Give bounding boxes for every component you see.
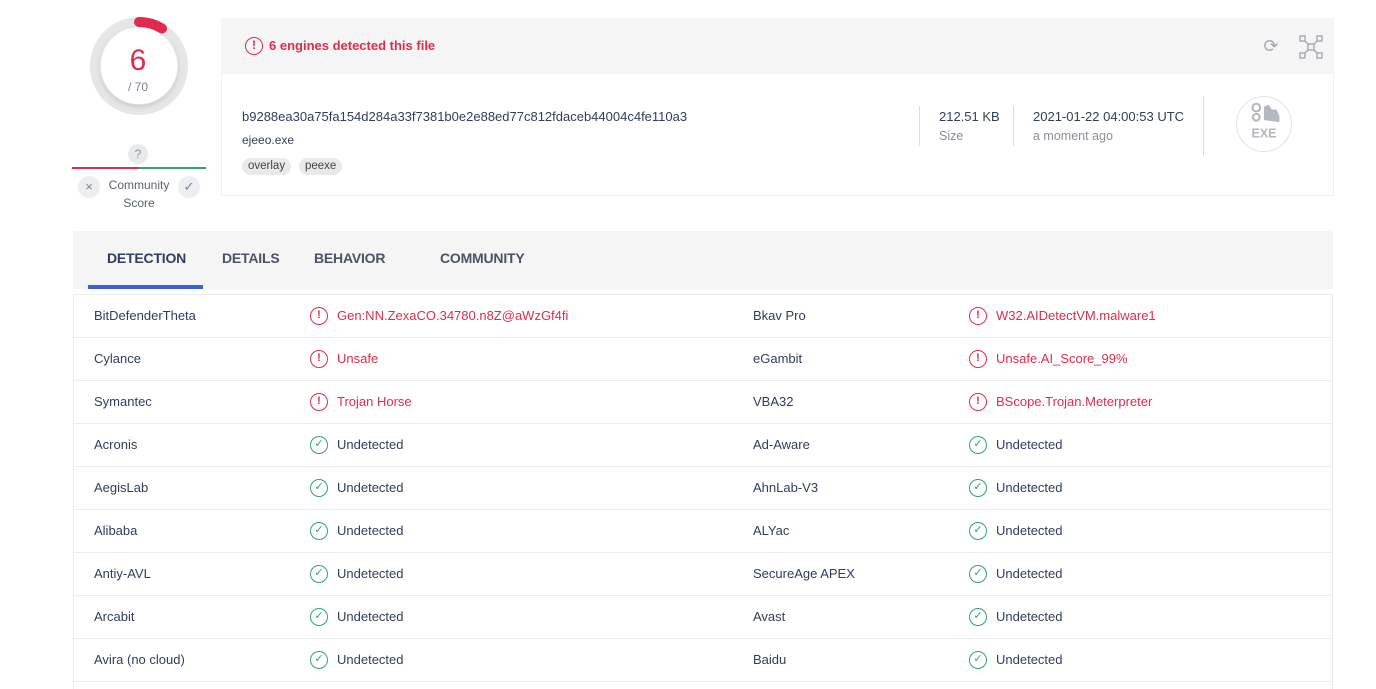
community-score-label: Community Score xyxy=(108,178,170,210)
check-icon: ✓ xyxy=(310,522,328,540)
detection-result[interactable]: Trojan Horse xyxy=(337,394,412,409)
divider xyxy=(919,106,920,146)
engine-name: Bkav Pro xyxy=(753,308,806,323)
detection-result: Undetected xyxy=(337,523,404,538)
engine-name: Antiy-AVL xyxy=(94,566,151,581)
vote-harmless-icon[interactable]: ✓ xyxy=(178,176,200,198)
reanalyze-icon[interactable]: ⟳ xyxy=(1261,36,1281,56)
alert-icon: ! xyxy=(310,393,328,411)
vote-harmful-icon[interactable]: × xyxy=(78,176,100,198)
divider xyxy=(1203,96,1204,156)
alert-icon: ! xyxy=(245,37,263,55)
detection-result: Undetected xyxy=(996,523,1063,538)
alert-icon: ! xyxy=(969,307,987,325)
detection-table: BitDefenderTheta! Gen:NN.ZexaCO.34780.n8Z… xyxy=(73,294,1333,689)
check-icon: ✓ xyxy=(969,608,987,626)
check-icon: ✓ xyxy=(310,479,328,497)
tag-overlay[interactable]: overlay xyxy=(242,158,292,175)
community-help-icon[interactable]: ? xyxy=(128,144,148,164)
engine-name: VBA32 xyxy=(753,394,794,409)
check-icon: ✓ xyxy=(310,565,328,583)
detection-result: Undetected xyxy=(337,566,404,581)
check-icon: ✓ xyxy=(969,522,987,540)
alert-icon: ! xyxy=(969,393,987,411)
alert-icon: ! xyxy=(310,350,328,368)
graph-icon[interactable] xyxy=(1299,35,1323,59)
active-tab-indicator xyxy=(88,285,203,289)
check-icon: ✓ xyxy=(969,436,987,454)
detection-result: Undetected xyxy=(337,609,404,624)
table-row: AegisLab ✓ Undetected AhnLab-V3 ✓ Undetected xyxy=(74,467,1332,510)
engine-name: AhnLab-V3 xyxy=(753,480,819,495)
engine-total: / 70 xyxy=(127,80,148,94)
detection-result[interactable]: BScope.Trojan.Meterpreter xyxy=(996,394,1152,409)
detection-result: Undetected xyxy=(996,652,1063,667)
detection-result: Undetected xyxy=(337,437,404,452)
engine-name: BitDefenderTheta xyxy=(94,308,196,323)
engine-name: eGambit xyxy=(753,351,803,366)
check-icon: ✓ xyxy=(310,651,328,669)
tab-details[interactable]: DETAILS xyxy=(222,250,280,266)
file-name: ejeeo.exe xyxy=(242,133,295,147)
file-hash[interactable]: b9288ea30a75fa154d284a33f7381b0e2e88ed77… xyxy=(242,109,687,124)
detection-result: Undetected xyxy=(996,437,1063,452)
detection-score-gauge: 6 / 70 xyxy=(88,14,190,122)
detection-result[interactable]: Gen:NN.ZexaCO.34780.n8Z@aWzGf4fi xyxy=(337,308,568,323)
table-row: Antiy-AVL ✓ Undetected SecureAge APEX ✓ Undet… xyxy=(74,553,1332,596)
table-row: Acronis ✓ Undetected Ad-Aware ✓ Undetected xyxy=(74,424,1332,467)
table-row: BitDefenderTheta! Gen:NN.ZexaCO.34780.n8Z… xyxy=(74,295,1332,338)
engine-name: Cylance xyxy=(94,351,141,366)
detection-result: Undetected xyxy=(337,480,404,495)
engine-name: Arcabit xyxy=(94,609,135,624)
exe-file-type-icon: EXE xyxy=(1236,96,1292,152)
alert-icon: ! xyxy=(310,307,328,325)
file-type-text: EXE xyxy=(1251,127,1276,141)
detection-alert-bar: ! 6 engines detected this file ⟳ xyxy=(221,18,1334,74)
analysis-date: 2021-01-22 04:00:53 UTC xyxy=(1033,109,1185,124)
alert-icon: ! xyxy=(969,350,987,368)
file-size-label: Size xyxy=(939,129,964,143)
engine-name: Alibaba xyxy=(94,523,138,538)
detection-result[interactable]: W32.AIDetectVM.malware1 xyxy=(996,308,1156,323)
detection-result: Undetected xyxy=(996,609,1063,624)
file-size: 212.51 KB xyxy=(939,109,1000,124)
community-score-bar xyxy=(72,167,206,169)
tag-peexe[interactable]: peexe xyxy=(299,158,343,175)
check-icon: ✓ xyxy=(310,436,328,454)
engine-name: Avira (no cloud) xyxy=(94,652,185,667)
engine-name: Acronis xyxy=(94,437,138,452)
table-row: Alibaba ✓ Undetected ALYac ✓ Undetected xyxy=(74,510,1332,553)
alert-text: 6 engines detected this file xyxy=(269,38,436,53)
detection-result[interactable]: Unsafe xyxy=(337,351,378,366)
tab-detection[interactable]: DETECTION xyxy=(107,250,186,266)
engine-name: AegisLab xyxy=(94,480,149,495)
detection-count: 6 xyxy=(129,44,147,77)
check-icon: ✓ xyxy=(969,479,987,497)
engine-name: Baidu xyxy=(753,652,787,667)
detection-result[interactable]: Unsafe.AI_Score_99% xyxy=(996,351,1128,366)
report-tabs: DETECTION DETAILS BEHAVIOR COMMUNITY xyxy=(73,231,1333,289)
engine-name: Avast xyxy=(753,609,786,624)
table-row: Avira (no cloud) ✓ Undetected Baidu ✓ Undetec… xyxy=(74,639,1332,682)
engine-name: Symantec xyxy=(94,394,152,409)
table-row: Arcabit ✓ Undetected Avast ✓ Undetected xyxy=(74,596,1332,639)
detection-result: Undetected xyxy=(996,566,1063,581)
divider xyxy=(1013,106,1014,146)
engine-name: ALYac xyxy=(753,523,790,538)
community-score: ? × Community Score ✓ xyxy=(72,142,206,214)
tab-community[interactable]: COMMUNITY xyxy=(440,250,525,266)
engine-name: SecureAge APEX xyxy=(753,566,855,581)
table-row: Symantec! Trojan Horse VBA32! BScope.Trojan… xyxy=(74,381,1332,424)
table-row: Cylance! Unsafe eGambit! Unsafe.AI_Score_99… xyxy=(74,338,1332,381)
check-icon: ✓ xyxy=(969,651,987,669)
detection-result: Undetected xyxy=(337,652,404,667)
detection-result: Undetected xyxy=(996,480,1063,495)
analysis-date-relative: a moment ago xyxy=(1033,129,1113,143)
engine-name: Ad-Aware xyxy=(753,437,810,452)
check-icon: ✓ xyxy=(310,608,328,626)
tab-behavior[interactable]: BEHAVIOR xyxy=(314,250,385,266)
file-info-card: b9288ea30a75fa154d284a33f7381b0e2e88ed77… xyxy=(221,74,1334,196)
check-icon: ✓ xyxy=(969,565,987,583)
